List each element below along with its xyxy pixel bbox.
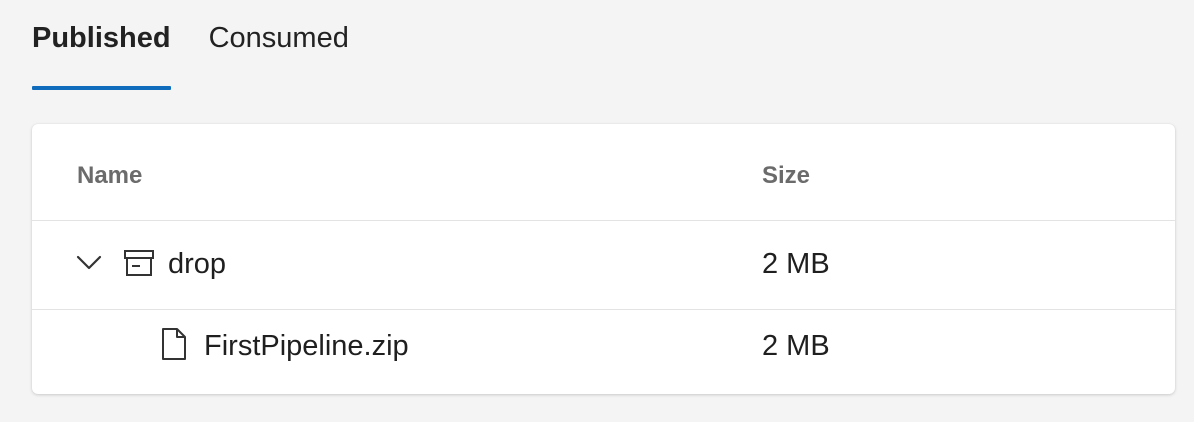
folder-name[interactable]: drop	[168, 248, 226, 281]
artifacts-table: Name Size drop 2 MB FirstPipeline.zip 2	[32, 124, 1175, 394]
archive-icon	[123, 248, 155, 278]
file-name[interactable]: FirstPipeline.zip	[204, 330, 409, 363]
tab-consumed[interactable]: Consumed	[209, 0, 349, 90]
file-icon	[160, 327, 188, 361]
table-row[interactable]: drop 2 MB	[32, 221, 1175, 310]
table-header-row: Name Size	[32, 124, 1175, 221]
name-column-header[interactable]: Name	[77, 162, 142, 190]
file-size: 2 MB	[762, 330, 830, 362]
tab-published[interactable]: Published	[32, 0, 171, 90]
table-row[interactable]: FirstPipeline.zip 2 MB	[32, 310, 1175, 394]
chevron-down-icon[interactable]	[75, 253, 103, 273]
folder-size: 2 MB	[762, 248, 830, 280]
artifact-tabs: Published Consumed	[32, 0, 387, 90]
size-column-header[interactable]: Size	[762, 162, 810, 190]
